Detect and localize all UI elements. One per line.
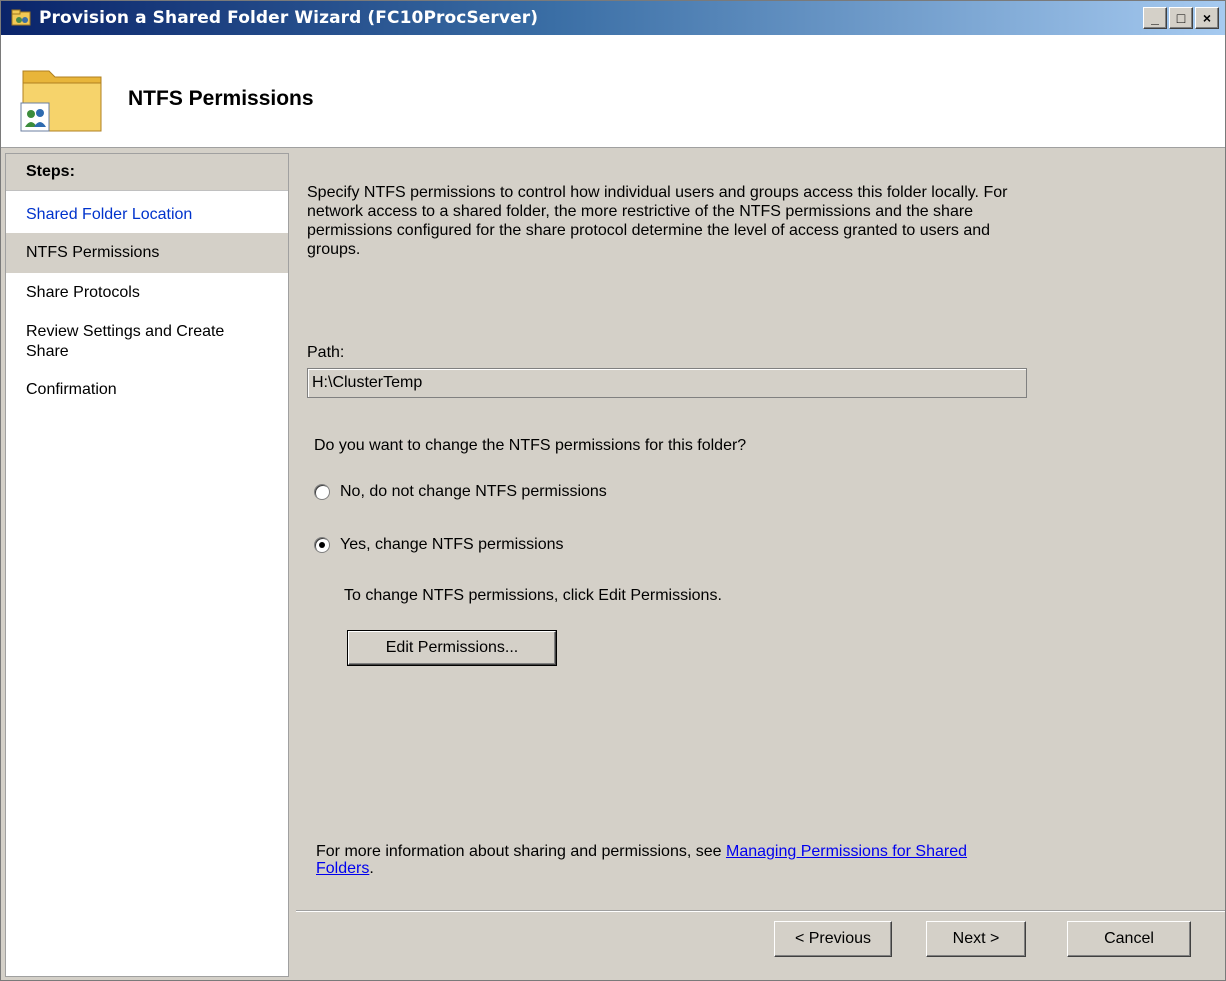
button-separator	[296, 910, 1225, 912]
next-button[interactable]: Next >	[926, 921, 1026, 957]
path-field[interactable]	[307, 368, 1027, 398]
maximize-button[interactable]: □	[1169, 7, 1193, 29]
wizard-content: Specify NTFS permissions to control how …	[296, 153, 1225, 977]
window-controls: _ □ ×	[1143, 7, 1219, 29]
wizard-app-icon	[11, 7, 33, 29]
close-icon: ×	[1202, 10, 1212, 26]
steps-heading: Steps:	[6, 154, 288, 191]
radio-selected-dot	[319, 542, 325, 548]
edit-permissions-button[interactable]: Edit Permissions...	[347, 630, 557, 666]
info-prefix: For more information about sharing and p…	[316, 843, 726, 860]
close-button[interactable]: ×	[1195, 7, 1219, 29]
info-suffix: .	[369, 860, 374, 877]
permissions-question: Do you want to change the NTFS permissio…	[314, 437, 747, 454]
edit-hint: To change NTFS permissions, click Edit P…	[344, 587, 722, 604]
step-review-settings: Review Settings and Create Share	[26, 323, 225, 360]
minimize-icon: _	[1151, 10, 1159, 26]
maximize-icon: □	[1176, 10, 1186, 26]
page-title: NTFS Permissions	[128, 87, 314, 110]
cancel-button[interactable]: Cancel	[1067, 921, 1191, 957]
radio-no-label: No, do not change NTFS permissions	[340, 483, 607, 500]
description-text: Specify NTFS permissions to control how …	[307, 184, 1008, 258]
title-bar[interactable]: Provision a Shared Folder Wizard (FC10Pr…	[1, 1, 1225, 35]
shared-folder-users-icon	[19, 63, 105, 133]
step-ntfs-permissions: NTFS Permissions	[6, 233, 288, 273]
step-confirmation: Confirmation	[26, 381, 117, 398]
previous-button[interactable]: < Previous	[774, 921, 892, 957]
wizard-window: Provision a Shared Folder Wizard (FC10Pr…	[0, 0, 1226, 981]
wizard-header: NTFS Permissions	[1, 35, 1225, 148]
radio-yes-circle[interactable]	[314, 537, 330, 553]
steps-sidebar: Steps: Shared Folder Location NTFS Permi…	[5, 153, 289, 977]
radio-no-circle[interactable]	[314, 484, 330, 500]
step-shared-folder-location[interactable]: Shared Folder Location	[6, 191, 288, 233]
step-share-protocols: Share Protocols	[26, 284, 140, 301]
radio-yes-change[interactable]: Yes, change NTFS permissions	[314, 536, 564, 554]
info-text: For more information about sharing and p…	[316, 843, 1016, 877]
radio-yes-label: Yes, change NTFS permissions	[340, 536, 564, 553]
radio-no-change[interactable]: No, do not change NTFS permissions	[314, 483, 607, 501]
window-title: Provision a Shared Folder Wizard (FC10Pr…	[39, 8, 539, 28]
path-label: Path:	[307, 344, 345, 361]
minimize-button[interactable]: _	[1143, 7, 1167, 29]
